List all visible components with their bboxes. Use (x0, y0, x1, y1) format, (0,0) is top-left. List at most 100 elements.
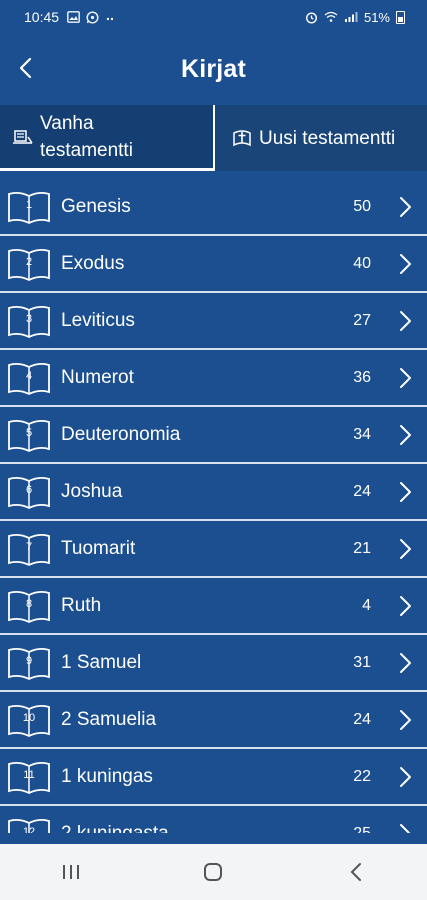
open-book-icon: 9 (6, 645, 52, 681)
book-name: 1 kuningas (61, 765, 153, 787)
more-dots-icon (106, 17, 114, 20)
chevron-right-icon (400, 539, 411, 559)
book-name: Tuomarit (61, 537, 136, 559)
book-number: 11 (23, 769, 35, 781)
book-number: 4 (25, 370, 33, 382)
book-list: 1 Genesis 50 2 Exodus 40 3 Leviticus 2 7 … (0, 179, 427, 833)
system-nav-bar (0, 844, 427, 900)
book-row[interactable]: 9 1 Samuel 31 (0, 635, 427, 692)
image-icon (67, 10, 80, 23)
book-row[interactable]: 6 Joshua 24 (0, 464, 427, 521)
status-bar: 10:45 51% (0, 0, 427, 34)
back-icon (350, 863, 361, 881)
chevron-right-icon (400, 710, 411, 730)
cross-book-icon (231, 127, 253, 149)
battery-percent: 51% (363, 9, 390, 25)
book-number: 9 (25, 655, 33, 667)
chapter-count: 40 (353, 254, 371, 272)
chevron-right-icon (400, 311, 411, 331)
chapter-count: 50 (353, 197, 371, 215)
chapter-count: 34 (353, 425, 371, 443)
tab-new-testament[interactable]: Uusi testamentti (215, 105, 427, 171)
book-row[interactable]: 10 2 Samuelia 24 (0, 692, 427, 749)
open-book-icon: 7 (6, 531, 52, 567)
book-number: 8 (25, 598, 33, 610)
open-book-icon: 8 (6, 588, 52, 624)
chapter-count: 31 (353, 653, 371, 671)
book-name: 2 kuningasta (61, 822, 169, 834)
book-row[interactable]: 11 1 kuningas 22 (0, 749, 427, 806)
status-notification-icons (67, 10, 119, 24)
chevron-right-icon (400, 254, 411, 274)
page-title: Kirjat (180, 54, 247, 83)
book-name: Deuteronomia (61, 423, 181, 445)
chapter-count: 36 (353, 368, 371, 386)
book-number: 5 (25, 427, 33, 439)
status-right-icons: 51% (305, 0, 405, 34)
book-name: 2 Samuelia (61, 708, 157, 730)
book-name: Exodus (61, 252, 125, 274)
wifi-icon (324, 11, 338, 22)
book-name: Leviticus (61, 309, 135, 331)
book-number: 6 (25, 484, 33, 496)
chapter-count: 22 (353, 767, 371, 785)
book-name: Joshua (61, 480, 123, 502)
tab-old-testament[interactable]: Vanha testamentti (0, 105, 215, 171)
book-row[interactable]: 12 2 kuningasta 25 (0, 806, 427, 833)
book-row[interactable]: 8 Ruth 4 (0, 578, 427, 635)
book-name: Genesis (61, 195, 131, 217)
book-row[interactable]: 4 Numerot 36 (0, 350, 427, 407)
tab-old-testament-label: Vanha testamentti (40, 112, 133, 161)
book-number: 12 (22, 826, 36, 833)
chapter-count: 25 (353, 824, 371, 834)
open-book-icon: 3 (6, 303, 52, 339)
home-icon (204, 863, 223, 881)
chevron-right-icon (400, 368, 411, 388)
signal-icon (344, 12, 358, 22)
scroll-icon (12, 126, 34, 148)
book-name: 1 Samuel (61, 651, 142, 673)
chevron-right-icon (400, 767, 411, 787)
chevron-right-icon (400, 482, 411, 502)
chevron-right-icon (400, 653, 411, 673)
book-number: 3 (25, 313, 33, 325)
open-book-icon: 5 (6, 417, 52, 453)
open-book-icon: 10 (6, 702, 52, 738)
book-row[interactable]: 1 Genesis 50 (0, 179, 427, 236)
chevron-right-icon (400, 824, 411, 833)
book-row[interactable]: 7 Tuomarit 21 (0, 521, 427, 578)
chevron-right-icon (400, 596, 411, 616)
chapter-count: 21 (353, 539, 371, 557)
open-book-icon: 6 (6, 474, 52, 510)
open-book-icon: 2 (6, 246, 52, 282)
testament-tabs: Vanha testamentti Uusi testamentti (0, 105, 427, 171)
open-book-icon: 1 (6, 189, 52, 225)
recent-apps-button[interactable] (41, 852, 101, 892)
status-time: 10:45 (24, 9, 60, 25)
whatsapp-icon (86, 10, 99, 24)
chevron-right-icon (400, 197, 411, 217)
book-number: 10 (22, 712, 36, 724)
chevron-left-icon (19, 57, 32, 79)
book-name: Ruth (61, 594, 102, 616)
home-button[interactable] (183, 852, 243, 892)
open-book-icon: 4 (6, 360, 52, 396)
book-number: 1 (25, 199, 33, 211)
chapter-count: 4 (362, 596, 371, 614)
system-back-button[interactable] (326, 852, 386, 892)
battery-icon (396, 10, 405, 24)
book-number: 2 (25, 256, 33, 268)
chapter-count: 24 (353, 482, 371, 500)
back-button[interactable] (8, 50, 44, 86)
book-name: Numerot (61, 366, 134, 388)
tab-new-testament-label: Uusi testamentti (259, 127, 396, 149)
chevron-right-icon (400, 425, 411, 445)
alarm-icon (305, 11, 317, 24)
open-book-icon: 11 (6, 759, 52, 795)
open-book-icon: 12 (6, 816, 52, 833)
book-row[interactable]: 2 Exodus 40 (0, 236, 427, 293)
chapter-count: 27 (353, 311, 371, 329)
book-row[interactable]: 5 Deuteronomia 34 (0, 407, 427, 464)
book-number: 7 (25, 541, 33, 553)
book-row[interactable]: 3 Leviticus 27 (0, 293, 427, 350)
